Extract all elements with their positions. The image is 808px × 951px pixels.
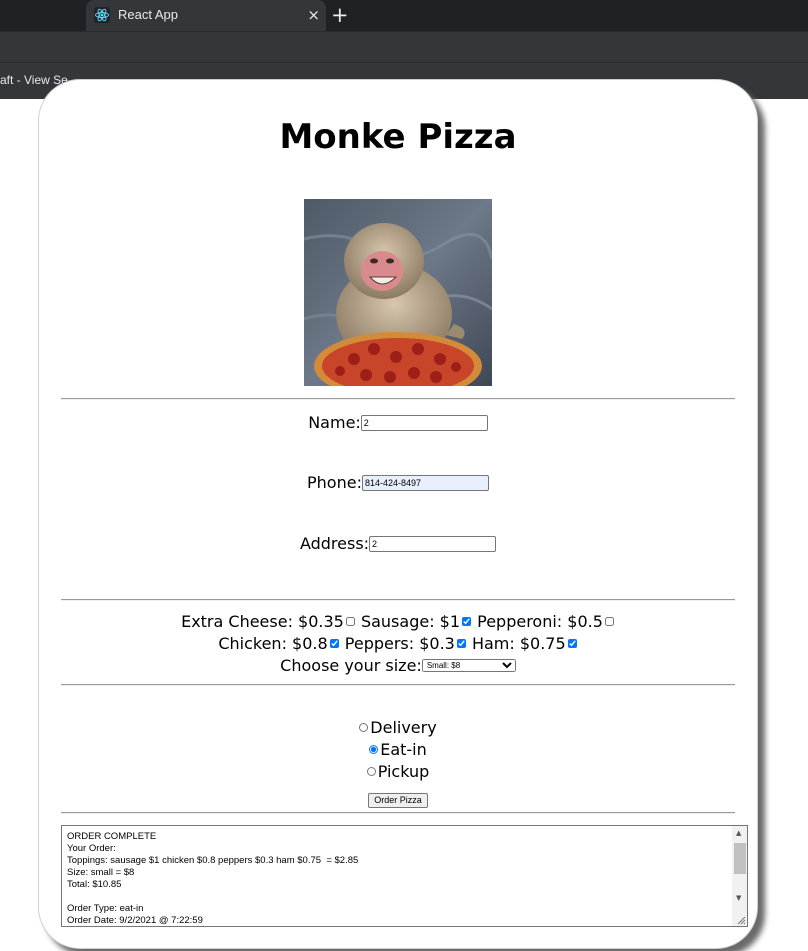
phone-row: Phone:	[61, 472, 735, 492]
topping-chicken-label: Chicken: $0.8	[218, 634, 328, 653]
scroll-down-icon[interactable]: ▼	[736, 894, 741, 902]
toppings-row-2: Chicken: $0.8 Peppers: $0.3 Ham: $0.75	[61, 633, 735, 653]
phone-field[interactable]	[361, 474, 489, 491]
order-type-pickup-label: Pickup	[377, 762, 430, 781]
pizza-order-card: Monke Pizza Name:2 Phone:814-424-8497 Ad…	[38, 79, 758, 949]
page-title: Monke Pizza	[279, 117, 517, 157]
topping-ham-checkbox[interactable]	[567, 639, 577, 648]
name-label: Name:	[308, 413, 361, 432]
name-field[interactable]	[360, 414, 488, 431]
monkey-pizza-image	[304, 199, 492, 386]
address-field[interactable]	[369, 535, 497, 552]
topping-sausage-checkbox[interactable]	[462, 617, 472, 626]
order-pizza-button[interactable]: Order Pizza	[368, 793, 428, 808]
browser-tabstrip: React App × +	[0, 0, 808, 31]
order-type-pickup-radio[interactable]	[366, 767, 376, 776]
react-logo-icon	[94, 7, 110, 23]
divider	[61, 812, 735, 814]
order-summary-textarea[interactable]: ORDER COMPLETE Your Order: Toppings: sau…	[61, 825, 748, 927]
order-type-eatin-radio[interactable]	[369, 745, 379, 754]
name-row: Name:	[61, 412, 735, 432]
browser-toolbar	[0, 31, 808, 63]
page-viewport: Monke Pizza Name:2 Phone:814-424-8497 Ad…	[0, 79, 808, 951]
scroll-thumb[interactable]	[734, 843, 746, 874]
tab-title: React App	[118, 7, 178, 22]
order-type-pickup-row: Pickup	[61, 761, 735, 781]
order-type-delivery-label: Delivery	[370, 718, 437, 737]
divider	[61, 599, 735, 601]
size-label: Choose your size:	[280, 656, 422, 675]
close-icon[interactable]: ×	[307, 6, 320, 24]
topping-ham-label: Ham: $0.75	[471, 634, 566, 653]
topping-peppers-label: Peppers: $0.3	[344, 634, 455, 653]
size-select[interactable]: Small: $8	[421, 659, 516, 672]
order-type-eatin-label: Eat-in	[380, 740, 427, 759]
order-summary-text: ORDER COMPLETE Your Order: Toppings: sau…	[67, 831, 359, 926]
divider	[61, 398, 735, 400]
topping-pepperoni-checkbox[interactable]	[604, 617, 614, 626]
toppings-row-1: Extra Cheese: $0.35 Sausage: $1 Pepperon…	[61, 611, 735, 631]
divider	[61, 684, 735, 686]
topping-extra-cheese-label: Extra Cheese: $0.35	[181, 612, 344, 631]
address-label: Address:	[299, 534, 370, 553]
scroll-up-icon[interactable]: ▲	[736, 829, 741, 837]
topping-extra-cheese-checkbox[interactable]	[345, 617, 355, 626]
order-type-delivery-radio[interactable]	[359, 723, 369, 732]
size-row: Choose your size: Small: $8	[61, 655, 735, 675]
browser-tab[interactable]: React App ×	[86, 0, 326, 31]
topping-sausage-label: Sausage: $1	[360, 612, 461, 631]
address-row: Address:	[61, 533, 735, 553]
order-type-eatin-row: Eat-in	[61, 739, 735, 759]
resize-grip-icon[interactable]	[736, 915, 746, 925]
order-button-row: Order Pizza	[61, 788, 735, 808]
topping-peppers-checkbox[interactable]	[456, 639, 466, 648]
plus-icon[interactable]: +	[331, 3, 349, 27]
order-type-delivery-row: Delivery	[61, 717, 735, 737]
topping-chicken-checkbox[interactable]	[329, 639, 339, 648]
phone-label: Phone:	[307, 473, 362, 492]
topping-pepperoni-label: Pepperoni: $0.5	[477, 612, 603, 631]
summary-scrollbar[interactable]: ▲ ▼	[732, 826, 747, 926]
